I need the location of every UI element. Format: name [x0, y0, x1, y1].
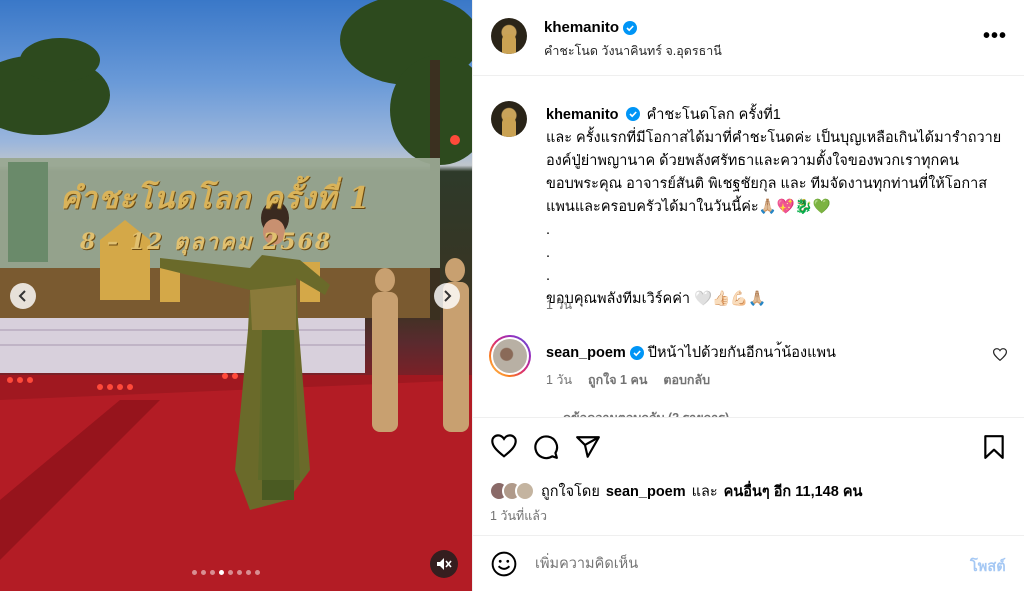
mute-toggle-button[interactable] — [430, 550, 458, 578]
comment-row: sean_poem ปีหน้าไปด้วยกันอีกนา้น้องแพน — [546, 341, 836, 364]
bookmark-icon[interactable] — [982, 434, 1006, 460]
smiley-icon[interactable] — [491, 551, 517, 577]
caption-line: แพนและครอบครัวได้มาในวันนี้ค่ะ🙏🏼💖🐉💚 — [546, 199, 831, 215]
caption-username[interactable]: khemanito — [546, 107, 619, 123]
location-link[interactable]: คำชะโนด วังนาคินทร์ จ.อุดรธานี — [544, 41, 722, 61]
comment-meta: 1 วัน ถูกใจ 1 คน ตอบกลับ — [546, 370, 710, 390]
post-actions: ถูกใจโดย sean_poem และ คนอื่นๆ อีก 11,14… — [473, 417, 1024, 535]
carousel-next-button[interactable] — [434, 283, 460, 309]
carousel-dot — [201, 570, 206, 575]
add-comment-bar: โพสต์ — [473, 535, 1024, 591]
carousel-dot — [246, 570, 251, 575]
liked-by-user[interactable]: sean_poem — [606, 484, 686, 500]
view-replies-button[interactable]: ดูข้อความตอบกลับ (2 รายการ) — [563, 408, 729, 417]
caption-line: คำชะโนดโลก ครั้งที่1 — [646, 107, 781, 123]
avatar[interactable] — [489, 335, 531, 377]
banner-title: คำชะโนดโลก ครั้งที่ 1 — [60, 181, 371, 216]
liker-avatars — [489, 480, 535, 503]
comments-section[interactable]: khemanito คำชะโนดโลก ครั้งที่1 และ ครั้ง… — [473, 77, 1024, 417]
header-username[interactable]: khemanito — [544, 19, 638, 36]
caption-timestamp[interactable]: 1 วัน — [546, 295, 572, 315]
comment-text: ปีหน้าไปด้วยกันอีกนา้น้องแพน — [647, 345, 836, 361]
comment-like-heart-icon[interactable] — [993, 348, 1007, 361]
caption-line: ขอบคุณพลังทีมเวิร์คค่า 🤍👍🏻💪🏻🙏🏼 — [546, 291, 767, 307]
banner-date: 8 – 12 ตุลาคม 2568 — [80, 229, 333, 255]
liked-by-prefix: ถูกใจโดย — [541, 484, 600, 500]
caption-line: องค์ปู่ย่าพญานาค ด้วยพลังศรัทธาและความตั… — [546, 153, 959, 169]
reply-button[interactable]: ตอบกลับ — [663, 370, 710, 390]
post-caption: khemanito คำชะโนดโลก ครั้งที่1 และ ครั้ง… — [546, 104, 1011, 311]
comment-likes[interactable]: ถูกใจ 1 คน — [588, 370, 647, 390]
carousel-dot — [237, 570, 242, 575]
heart-icon[interactable] — [491, 434, 517, 458]
comment-input[interactable] — [535, 553, 935, 575]
verified-badge-icon — [629, 345, 644, 360]
post-comment-button[interactable]: โพสต์ — [970, 555, 1006, 578]
dance-performance-image — [0, 0, 472, 591]
avatar — [515, 480, 535, 501]
username-link[interactable]: khemanito — [544, 19, 619, 36]
avatar[interactable] — [491, 18, 527, 54]
comment-icon[interactable] — [533, 434, 559, 460]
caption-line: . — [546, 268, 551, 284]
chevron-right-icon — [444, 290, 452, 302]
avatar[interactable] — [491, 101, 527, 137]
send-icon[interactable] — [575, 434, 601, 460]
speaker-muted-icon — [437, 558, 452, 570]
verified-badge-icon — [623, 20, 638, 35]
carousel-indicator — [192, 570, 260, 575]
more-options-button[interactable]: ••• — [983, 25, 1007, 48]
caption-line: . — [546, 222, 551, 238]
liked-by-others[interactable]: คนอื่นๆ อีก 11,148 คน — [724, 480, 863, 503]
carousel-dot — [192, 570, 197, 575]
carousel-prev-button[interactable] — [10, 283, 36, 309]
post-media-video[interactable]: คำชะโนดโลก ครั้งที่ 1 8 – 12 ตุลาคม 2568 — [0, 0, 472, 591]
caption-line: และ ครั้งแรกที่มีโอกาสได้มาที่คำชะโนดค่ะ… — [546, 130, 1002, 146]
caption-line: . — [546, 245, 551, 261]
post-header: khemanito คำชะโนด วังนาคินทร์ จ.อุดรธานี… — [473, 0, 1024, 76]
verified-badge-icon — [625, 107, 640, 121]
chevron-left-icon — [18, 290, 26, 302]
comment-username[interactable]: sean_poem — [546, 345, 626, 361]
carousel-dot — [255, 570, 260, 575]
carousel-dot — [210, 570, 215, 575]
likes-summary[interactable]: ถูกใจโดย sean_poem และ คนอื่นๆ อีก 11,14… — [489, 480, 862, 503]
carousel-dot — [228, 570, 233, 575]
post-details-panel: khemanito คำชะโนด วังนาคินทร์ จ.อุดรธานี… — [472, 0, 1024, 591]
caption-line: ขอบพระคุณ อาจารย์สันติ พิเชฐชัยกุล และ ท… — [546, 176, 988, 192]
comment-timestamp[interactable]: 1 วัน — [546, 370, 572, 390]
carousel-dot — [219, 570, 224, 575]
post-timestamp[interactable]: 1 วันที่แล้ว — [490, 506, 547, 526]
liked-by-and: และ — [691, 484, 718, 500]
